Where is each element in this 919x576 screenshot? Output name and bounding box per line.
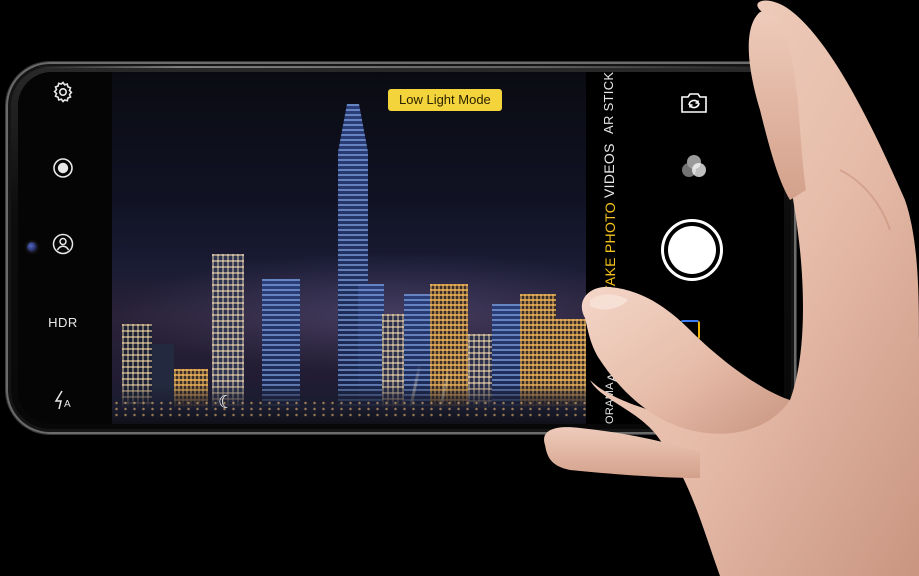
left-toolbar: HDR A xyxy=(18,72,112,424)
phone-body: HDR A Low Light Mode ☾ AR STICKER VIDEOS… xyxy=(6,62,796,434)
right-control-strip: AR STICKER VIDEOS TAKE PHOTO AI ORAMA xyxy=(586,72,784,424)
beauty-mode-button[interactable] xyxy=(45,152,81,188)
mode-panorama[interactable]: ORAMA xyxy=(604,382,616,424)
gear-icon xyxy=(51,80,75,109)
shutter-inner xyxy=(668,226,716,274)
filter-button[interactable] xyxy=(679,152,709,182)
mode-take-photo[interactable]: TAKE PHOTO xyxy=(602,202,618,294)
mode-ar-stickers[interactable]: AR STICKER xyxy=(601,72,616,134)
camera-switch-icon xyxy=(679,93,709,119)
phone-edge-highlight xyxy=(36,66,756,68)
switch-camera-button[interactable] xyxy=(679,91,709,115)
flash-button[interactable]: A xyxy=(45,382,81,418)
circle-dot-icon xyxy=(51,156,75,185)
street-lights xyxy=(112,400,586,418)
filter-icon xyxy=(679,155,709,186)
portrait-button[interactable] xyxy=(45,228,81,264)
mode-videos[interactable]: VIDEOS xyxy=(601,143,617,198)
settings-button[interactable] xyxy=(45,76,81,112)
front-camera-lens xyxy=(27,242,37,252)
hdr-button[interactable]: HDR xyxy=(45,304,81,340)
gallery-icon[interactable] xyxy=(680,320,700,340)
flash-auto-label: A xyxy=(64,399,71,410)
hdr-label: HDR xyxy=(48,314,78,330)
flash-auto-icon: A xyxy=(51,388,75,412)
viewfinder[interactable]: Low Light Mode ☾ xyxy=(112,72,586,424)
mode-ai[interactable]: AI xyxy=(604,368,620,382)
moon-icon[interactable]: ☾ xyxy=(218,393,234,411)
low-light-mode-banner: Low Light Mode xyxy=(388,89,502,111)
shutter-button[interactable] xyxy=(661,219,723,281)
camera-screen: HDR A Low Light Mode ☾ AR STICKER VIDEOS… xyxy=(18,72,784,424)
person-icon xyxy=(51,232,75,261)
